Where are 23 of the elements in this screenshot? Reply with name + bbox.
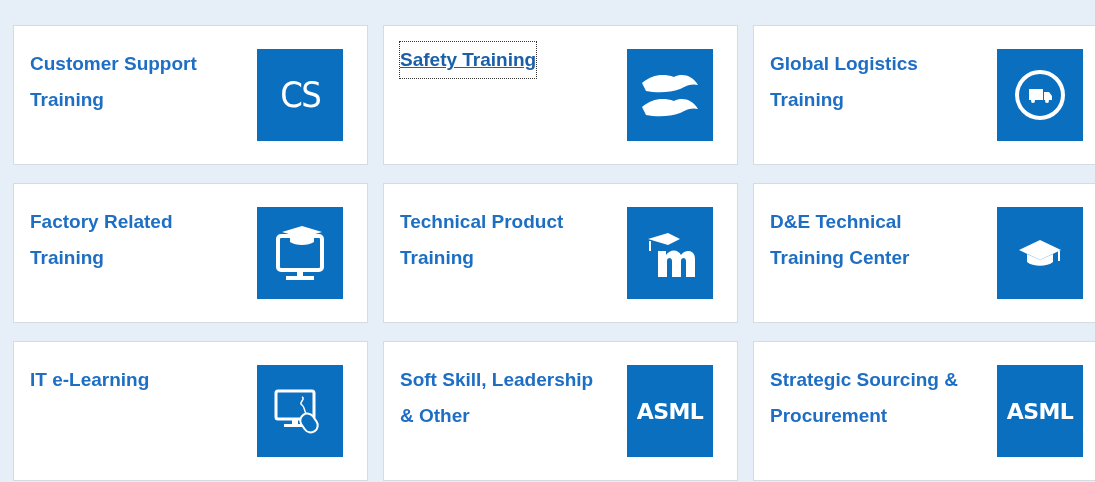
course-card[interactable]: Technical Product Training xyxy=(383,183,738,323)
course-link[interactable]: Factory Related Training xyxy=(30,204,240,276)
course-card[interactable]: Soft Skill, Leadership & Other ASML xyxy=(383,341,738,481)
course-card[interactable]: Safety Training xyxy=(383,25,738,165)
course-card[interactable]: IT e-Learning xyxy=(13,341,368,481)
course-link[interactable]: Strategic Sourcing & Procurement xyxy=(770,362,980,434)
course-link[interactable]: Soft Skill, Leadership & Other xyxy=(400,362,610,434)
course-link[interactable]: IT e-Learning xyxy=(30,362,240,398)
course-link[interactable]: D&E Technical Training Center xyxy=(770,204,980,276)
course-card[interactable]: D&E Technical Training Center xyxy=(753,183,1095,323)
logo-text: CS xyxy=(280,73,320,117)
course-card[interactable]: Customer Support Training CS xyxy=(13,25,368,165)
graduation-cap-icon xyxy=(1017,238,1063,268)
course-card[interactable]: Global Logistics Training xyxy=(753,25,1095,165)
course-link[interactable]: Global Logistics Training xyxy=(770,46,980,118)
logo-text: ASML xyxy=(1006,397,1074,426)
logo-text: ASML xyxy=(636,397,704,426)
course-card[interactable]: Factory Related Training xyxy=(13,183,368,323)
course-link[interactable]: Safety Training xyxy=(400,42,537,78)
course-link[interactable]: Technical Product Training xyxy=(400,204,610,276)
truck-icon xyxy=(1012,67,1068,123)
course-link[interactable]: Customer Support Training xyxy=(30,46,240,118)
course-card[interactable]: Strategic Sourcing & Procurement ASML xyxy=(753,341,1095,481)
